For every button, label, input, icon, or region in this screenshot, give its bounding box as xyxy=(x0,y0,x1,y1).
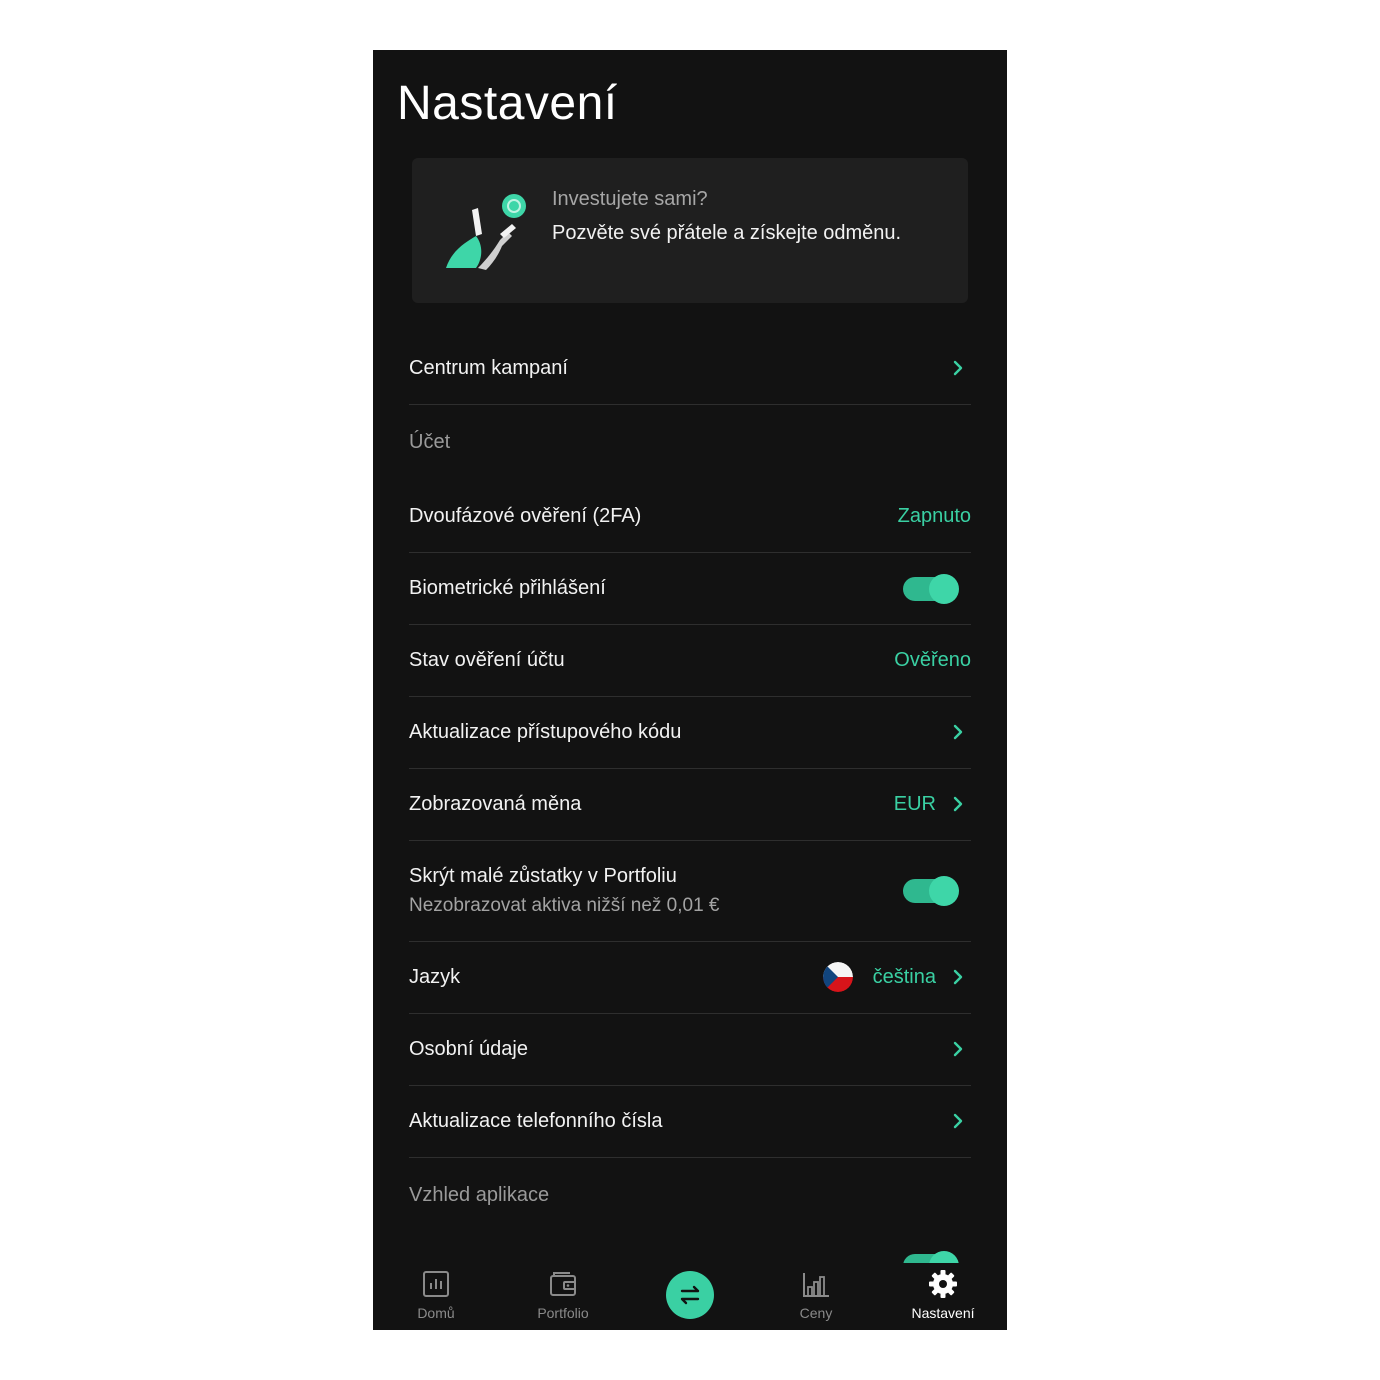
biometric-login-row: Biometrické přihlášení xyxy=(409,553,971,625)
phone-number-update-row[interactable]: Aktualizace telefonního čísla xyxy=(409,1086,971,1158)
two-factor-status: Zapnuto xyxy=(897,505,971,527)
referral-illustration-icon xyxy=(446,194,526,270)
home-chart-icon xyxy=(423,1271,449,1297)
nav-prices[interactable]: Ceny xyxy=(756,1263,876,1330)
nav-home[interactable]: Domů xyxy=(376,1263,496,1330)
swap-arrows-icon xyxy=(680,1285,700,1305)
chevron-right-icon xyxy=(953,724,963,740)
biometric-login-label: Biometrické přihlášení xyxy=(409,577,606,599)
hide-small-balances-row: Skrýt malé zůstatky v Portfoliu Nezobraz… xyxy=(409,841,971,942)
nav-portfolio[interactable]: Portfolio xyxy=(503,1263,623,1330)
biometric-login-toggle[interactable] xyxy=(903,574,959,604)
chevron-right-icon xyxy=(953,360,963,376)
phone-number-update-label: Aktualizace telefonního čísla xyxy=(409,1110,663,1132)
chevron-right-icon xyxy=(953,1041,963,1057)
two-factor-label: Dvoufázové ověření (2FA) xyxy=(409,505,642,527)
language-row[interactable]: Jazyk čeština xyxy=(409,942,971,1014)
appearance-section-header: Vzhled aplikace xyxy=(409,1158,971,1230)
nav-portfolio-label: Portfolio xyxy=(537,1305,589,1321)
language-value: čeština xyxy=(872,966,936,988)
chevron-right-icon xyxy=(953,796,963,812)
display-currency-value: EUR xyxy=(893,793,936,815)
promo-question: Investujete sami? xyxy=(552,188,708,210)
referral-promo-card[interactable]: Investujete sami? Pozvěte své přátele a … xyxy=(412,158,968,303)
nav-settings[interactable]: Nastavení xyxy=(883,1263,1003,1330)
campaign-center-row[interactable]: Centrum kampaní xyxy=(409,333,971,405)
page-title: Nastavení xyxy=(397,77,618,130)
passcode-update-label: Aktualizace přístupového kódu xyxy=(409,721,682,743)
bottom-navigation: Domů Portfolio Ceny Nastavení xyxy=(373,1263,1007,1330)
two-factor-row[interactable]: Dvoufázové ověření (2FA) Zapnuto xyxy=(409,481,971,553)
wallet-icon xyxy=(550,1272,576,1296)
campaign-center-label: Centrum kampaní xyxy=(409,357,568,379)
chevron-right-icon xyxy=(953,969,963,985)
display-currency-row[interactable]: Zobrazovaná měna EUR xyxy=(409,769,971,841)
chevron-right-icon xyxy=(953,1113,963,1129)
section-title-account: Účet xyxy=(409,431,451,453)
prices-chart-icon xyxy=(803,1273,829,1297)
hide-small-balances-description: Nezobrazovat aktiva nižší než 0,01 € xyxy=(409,895,720,916)
personal-data-row[interactable]: Osobní údaje xyxy=(409,1014,971,1086)
settings-screen: Nastavení Investujete sami? Pozvěte své … xyxy=(373,50,1007,1330)
account-section-header: Účet xyxy=(409,405,971,477)
promo-text: Pozvěte své přátele a získejte odměnu. xyxy=(552,222,902,244)
nav-prices-label: Ceny xyxy=(799,1305,833,1321)
language-label: Jazyk xyxy=(409,966,461,988)
toggle-knob xyxy=(929,574,959,604)
gear-icon xyxy=(929,1270,957,1298)
passcode-update-row[interactable]: Aktualizace přístupového kódu xyxy=(409,697,971,769)
nav-settings-label: Nastavení xyxy=(911,1305,975,1321)
personal-data-label: Osobní údaje xyxy=(409,1038,528,1060)
account-verification-status: Ověřeno xyxy=(894,649,971,671)
section-title-appearance: Vzhled aplikace xyxy=(409,1184,550,1206)
hide-small-balances-toggle[interactable] xyxy=(903,876,959,906)
account-verification-label: Stav ověření účtu xyxy=(409,649,565,671)
hide-small-balances-label: Skrýt malé zůstatky v Portfoliu xyxy=(409,865,677,887)
display-currency-label: Zobrazovaná měna xyxy=(409,793,582,815)
toggle-knob xyxy=(929,876,959,906)
czech-flag-icon xyxy=(823,962,853,992)
account-verification-row[interactable]: Stav ověření účtu Ověřeno xyxy=(409,625,971,697)
trade-swap-button[interactable] xyxy=(666,1271,714,1319)
nav-home-label: Domů xyxy=(417,1305,455,1321)
